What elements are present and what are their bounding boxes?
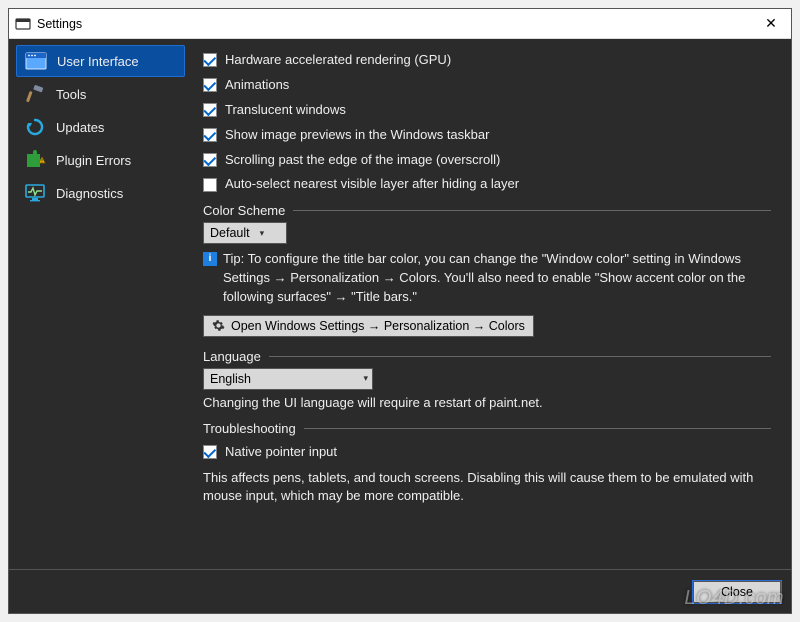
checkbox-native-pointer[interactable]: Native pointer input (203, 440, 771, 465)
section-label: Language (203, 349, 261, 364)
divider (269, 356, 771, 357)
sidebar-item-user-interface[interactable]: User Interface (16, 45, 185, 77)
checkbox-icon (203, 103, 217, 117)
sidebar-item-plugin-errors[interactable]: Plugin Errors (16, 144, 185, 176)
window-icon (25, 50, 47, 72)
close-button[interactable]: Close (693, 581, 781, 603)
sidebar-item-label: Updates (56, 120, 104, 135)
checkbox-icon (203, 445, 217, 459)
chevron-down-icon: ▾ (363, 373, 368, 384)
checkbox-icon (203, 78, 217, 92)
checkbox-label: Translucent windows (225, 102, 346, 119)
checkbox-translucent-windows[interactable]: Translucent windows (203, 98, 771, 123)
chevron-down-icon: ▾ (260, 228, 265, 239)
dropdown-value: English (210, 372, 353, 386)
checkbox-icon (203, 128, 217, 142)
checkbox-icon (203, 178, 217, 192)
sidebar-item-label: Tools (56, 87, 86, 102)
sidebar-item-updates[interactable]: Updates (16, 111, 185, 143)
checkbox-hardware-accel[interactable]: Hardware accelerated rendering (GPU) (203, 48, 771, 73)
troubleshooting-note: This affects pens, tablets, and touch sc… (203, 465, 771, 509)
puzzle-warn-icon (24, 149, 46, 171)
dropdown-value: Default (210, 226, 250, 240)
checkbox-icon (203, 153, 217, 167)
gear-icon (212, 319, 225, 332)
section-label: Color Scheme (203, 203, 285, 218)
settings-window: Settings ✕ User Interface (8, 8, 792, 614)
section-language: Language (203, 349, 771, 364)
checkbox-taskbar-previews[interactable]: Show image previews in the Windows taskb… (203, 123, 771, 148)
section-color-scheme: Color Scheme (203, 203, 771, 218)
checkbox-label: Native pointer input (225, 444, 337, 461)
checkbox-overscroll[interactable]: Scrolling past the edge of the image (ov… (203, 148, 771, 173)
divider (293, 210, 771, 211)
hammer-icon (24, 83, 46, 105)
language-note: Changing the UI language will require a … (203, 390, 771, 415)
info-icon: i (203, 252, 217, 266)
divider (304, 428, 771, 429)
button-label: Open Windows Settings → Personalization … (231, 319, 525, 333)
monitor-icon (24, 182, 46, 204)
button-label: Close (721, 585, 753, 599)
checkbox-label: Hardware accelerated rendering (GPU) (225, 52, 451, 69)
window-title: Settings (37, 17, 751, 31)
open-windows-settings-button[interactable]: Open Windows Settings → Personalization … (203, 315, 534, 337)
sidebar: User Interface Tools U (9, 39, 191, 569)
sidebar-item-tools[interactable]: Tools (16, 78, 185, 110)
titlebar: Settings ✕ (9, 9, 791, 39)
sidebar-item-diagnostics[interactable]: Diagnostics (16, 177, 185, 209)
checkbox-label: Auto-select nearest visible layer after … (225, 176, 519, 193)
checkbox-label: Animations (225, 77, 289, 94)
settings-content: Hardware accelerated rendering (GPU) Ani… (191, 39, 791, 569)
sidebar-item-label: Plugin Errors (56, 153, 131, 168)
refresh-icon (24, 116, 46, 138)
section-label: Troubleshooting (203, 421, 296, 436)
section-troubleshooting: Troubleshooting (203, 421, 771, 436)
color-scheme-tip: i Tip: To configure the title bar color,… (203, 244, 771, 311)
sidebar-item-label: User Interface (57, 54, 139, 69)
app-icon (15, 16, 31, 32)
checkbox-label: Show image previews in the Windows taskb… (225, 127, 489, 144)
checkbox-animations[interactable]: Animations (203, 73, 771, 98)
checkbox-icon (203, 53, 217, 67)
checkbox-autoselect-layer[interactable]: Auto-select nearest visible layer after … (203, 172, 771, 197)
language-dropdown[interactable]: English ▾ (203, 368, 373, 390)
window-close-button[interactable]: ✕ (751, 9, 791, 39)
dialog-footer: Close (9, 569, 791, 613)
color-scheme-dropdown[interactable]: Default ▾ (203, 222, 287, 244)
tip-text: Tip: To configure the title bar color, y… (223, 250, 771, 307)
checkbox-label: Scrolling past the edge of the image (ov… (225, 152, 500, 169)
sidebar-item-label: Diagnostics (56, 186, 123, 201)
